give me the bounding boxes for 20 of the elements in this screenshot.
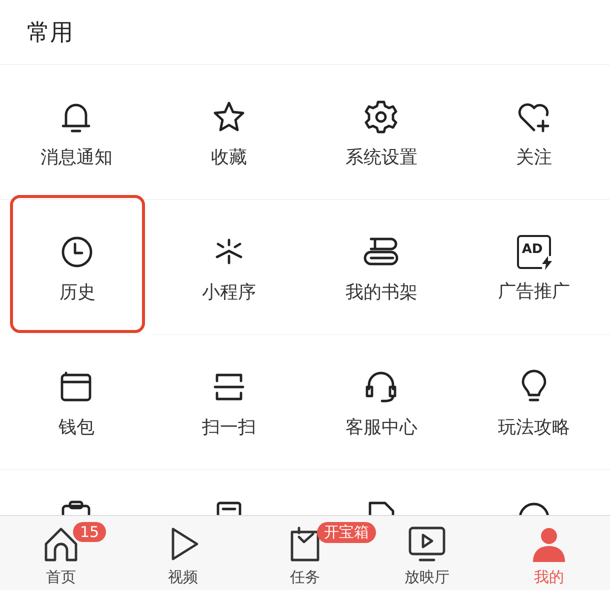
- menu-item[interactable]: 扫一扫: [152, 335, 305, 470]
- menu-item[interactable]: 收藏: [152, 65, 305, 200]
- tab[interactable]: 放映厅: [398, 516, 456, 590]
- menu-item[interactable]: 小程序: [152, 200, 305, 335]
- menu-item[interactable]: 我的书架: [305, 200, 458, 335]
- screen-icon: [407, 524, 447, 564]
- menu-item[interactable]: 客服中心: [305, 335, 458, 470]
- tab[interactable]: 视频: [157, 516, 209, 590]
- highlighted-menu-item[interactable]: 历史: [10, 195, 144, 333]
- menu-item[interactable]: 系统设置: [305, 65, 458, 200]
- settings-icon: [363, 99, 400, 135]
- badge: 15: [73, 522, 106, 542]
- menu-item[interactable]: 玩法攻略: [458, 335, 610, 470]
- section-title: 常用: [27, 18, 73, 48]
- ad-icon: AD: [516, 235, 551, 269]
- menu-item[interactable]: 消息通知: [0, 65, 152, 200]
- menu-item[interactable]: AD 广告推广: [458, 200, 610, 335]
- menu-item[interactable]: 钱包: [0, 335, 152, 470]
- badge: 开宝箱: [317, 522, 376, 543]
- menu-item[interactable]: 关注: [458, 65, 610, 200]
